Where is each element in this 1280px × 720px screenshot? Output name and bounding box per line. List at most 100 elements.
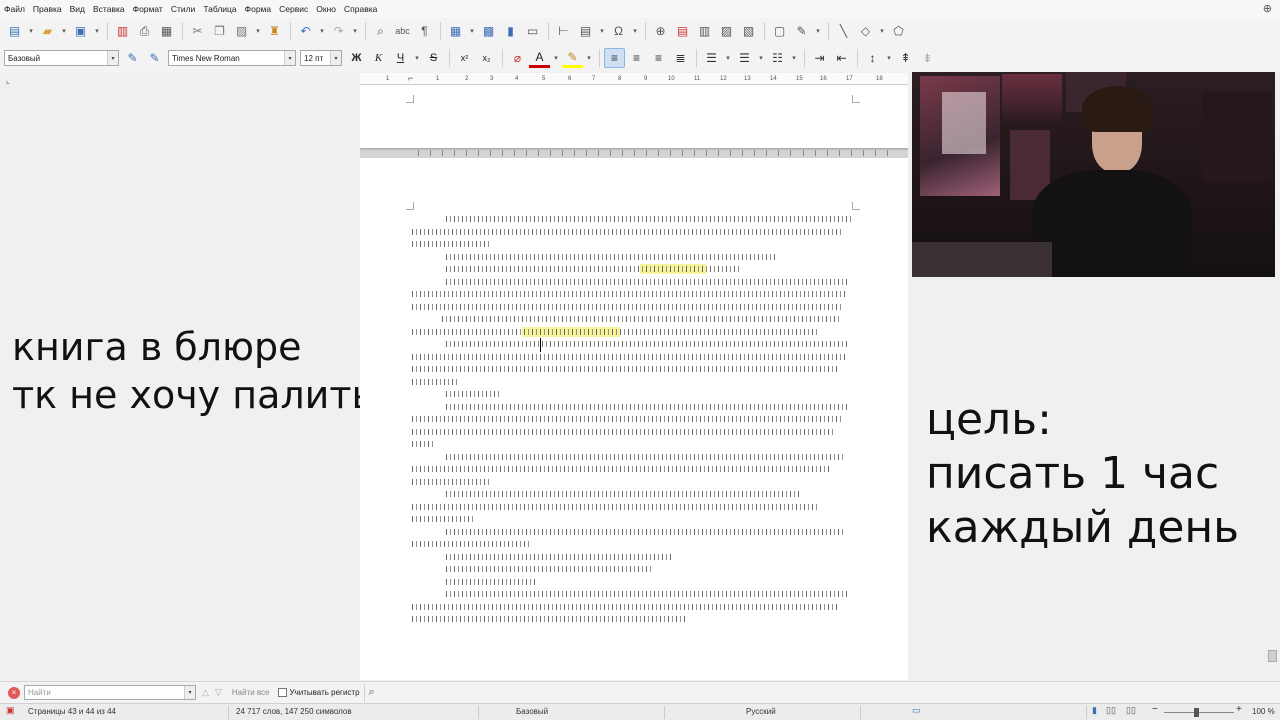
insert-image-icon[interactable]: ▩ [478, 21, 499, 41]
menu-file[interactable]: Файл [4, 4, 31, 14]
find-previous-icon[interactable]: △ [202, 687, 209, 698]
chevron-down-icon[interactable]: ▾ [412, 48, 422, 68]
copy-icon[interactable]: ❐ [209, 21, 230, 41]
insert-textbox-icon[interactable]: ▭ [522, 21, 543, 41]
zoom-out-icon[interactable]: − [1152, 704, 1158, 715]
paragraph-style-select[interactable]: Базовый ▾ [4, 50, 119, 66]
line-icon[interactable]: ╲ [833, 21, 854, 41]
print-preview-icon[interactable]: ▦ [156, 21, 177, 41]
insert-chart-icon[interactable]: ▮ [500, 21, 521, 41]
chevron-down-icon[interactable]: ▾ [551, 48, 561, 68]
page-count[interactable]: Страницы 43 и 44 из 44 [28, 707, 116, 716]
new-style-icon[interactable]: ✎ [144, 48, 165, 68]
special-character-icon[interactable]: Ω [608, 21, 629, 41]
chevron-down-icon[interactable]: ▾ [756, 48, 766, 68]
superscript-button[interactable]: x² [454, 48, 475, 68]
chevron-down-icon[interactable]: ▾ [630, 21, 640, 41]
spellcheck-icon[interactable]: abc [392, 21, 413, 41]
italic-button[interactable]: К [368, 48, 389, 68]
bold-button[interactable]: Ж [346, 48, 367, 68]
tab-stop-icon[interactable]: ⌐ [408, 73, 413, 83]
bookmark-icon[interactable]: ▨ [716, 21, 737, 41]
comment-icon[interactable]: ▢ [769, 21, 790, 41]
close-icon[interactable]: × [8, 686, 20, 699]
chevron-down-icon[interactable]: ▾ [317, 21, 327, 41]
chevron-down-icon[interactable]: ▾ [877, 21, 887, 41]
chevron-down-icon[interactable]: ▾ [884, 48, 894, 68]
chevron-down-icon[interactable]: ▾ [723, 48, 733, 68]
menu-tools[interactable]: Сервис [279, 4, 314, 14]
menu-styles[interactable]: Стили [171, 4, 202, 14]
menu-form[interactable]: Форма [245, 4, 278, 14]
increase-paragraph-spacing-icon[interactable]: ⇞ [895, 48, 916, 68]
zoom-slider-handle[interactable] [1194, 708, 1199, 717]
font-size-select[interactable]: 12 пт ▾ [300, 50, 342, 66]
hyperlink-icon[interactable]: ⊕ [650, 21, 671, 41]
align-right-icon[interactable]: ≡ [648, 48, 669, 68]
menu-insert[interactable]: Вставка [93, 4, 131, 14]
endnote-icon[interactable]: ▥ [694, 21, 715, 41]
unordered-list-icon[interactable]: ☰ [701, 48, 722, 68]
zoom-in-icon[interactable]: + [1236, 704, 1242, 715]
chevron-down-icon[interactable]: ▾ [253, 21, 263, 41]
previous-page[interactable] [360, 85, 908, 148]
chevron-down-icon[interactable]: ▾ [467, 21, 477, 41]
underline-button[interactable]: Ч [390, 48, 411, 68]
redo-icon[interactable]: ↷ [328, 21, 349, 41]
line-spacing-icon[interactable]: ↕ [862, 48, 883, 68]
clear-formatting-icon[interactable]: ⌀ [507, 48, 528, 68]
align-left-icon[interactable]: ≡ [604, 48, 625, 68]
find-next-icon[interactable]: ▽ [215, 687, 222, 698]
subscript-button[interactable]: x₂ [476, 48, 497, 68]
book-view-icon[interactable]: ▯▯ [1126, 705, 1136, 716]
find-all-button[interactable]: Найти все [232, 688, 270, 697]
multi-page-view-icon[interactable]: ▯▯ [1106, 705, 1116, 716]
insert-field-icon[interactable]: ▤ [575, 21, 596, 41]
chevron-down-icon[interactable]: ▾ [813, 21, 823, 41]
clone-formatting-icon[interactable]: ♜ [264, 21, 285, 41]
menu-table[interactable]: Таблица [203, 4, 242, 14]
undo-icon[interactable]: ↶ [295, 21, 316, 41]
update-style-icon[interactable]: ✎ [122, 48, 143, 68]
chevron-down-icon[interactable]: ▾ [789, 48, 799, 68]
decrease-paragraph-spacing-icon[interactable]: ⇟ [917, 48, 938, 68]
single-page-view-icon[interactable]: ▮ [1092, 705, 1097, 716]
search-input[interactable]: Найти ▾ [24, 685, 196, 700]
match-case-checkbox[interactable] [277, 688, 287, 697]
zoom-level[interactable]: 100 % [1252, 707, 1275, 716]
increase-indent-icon[interactable]: ⇥ [809, 48, 830, 68]
save-icon[interactable]: ▣ [70, 21, 91, 41]
track-changes-icon[interactable]: ✎ [791, 21, 812, 41]
menu-help[interactable]: Справка [344, 4, 383, 14]
menu-format[interactable]: Формат [133, 4, 169, 14]
chevron-down-icon[interactable]: ▾ [584, 48, 594, 68]
draw-functions-icon[interactable]: ⬠ [888, 21, 909, 41]
horizontal-ruler[interactable]: 1 ⌐ 1 2 3 4 5 6 7 8 9 10 11 12 13 14 15 … [360, 73, 908, 85]
paste-icon[interactable]: ▨ [231, 21, 252, 41]
cut-icon[interactable]: ✂ [187, 21, 208, 41]
menu-view[interactable]: Вид [70, 4, 91, 14]
page-break-icon[interactable]: ⊢ [553, 21, 574, 41]
chevron-down-icon[interactable]: ▾ [184, 686, 195, 699]
chevron-down-icon[interactable]: ▾ [350, 21, 360, 41]
font-color-icon[interactable]: A [529, 48, 550, 68]
new-document-icon[interactable]: ▤ [4, 21, 25, 41]
chevron-down-icon[interactable]: ▾ [26, 21, 36, 41]
open-folder-icon[interactable]: ▰ [37, 21, 58, 41]
chevron-down-icon[interactable]: ▾ [597, 21, 607, 41]
outline-list-icon[interactable]: ☷ [767, 48, 788, 68]
chevron-down-icon[interactable]: ▾ [92, 21, 102, 41]
formatting-marks-icon[interactable]: ¶ [414, 21, 435, 41]
align-center-icon[interactable]: ≡ [626, 48, 647, 68]
blurred-text-body[interactable] [412, 213, 852, 626]
document-modified-icon[interactable]: ▣ [6, 705, 15, 716]
chevron-down-icon[interactable]: ▾ [59, 21, 69, 41]
globe-icon[interactable]: ⊕ [1263, 2, 1272, 15]
chevron-down-icon[interactable]: ▾ [330, 51, 341, 65]
export-pdf-icon[interactable]: ▥ [112, 21, 133, 41]
scrollbar-thumb[interactable] [1268, 650, 1277, 662]
menu-edit[interactable]: Правка [33, 4, 68, 14]
selection-mode-icon[interactable]: ▭ [912, 705, 921, 716]
page-style[interactable]: Базовый [516, 707, 548, 716]
decrease-indent-icon[interactable]: ⇤ [831, 48, 852, 68]
